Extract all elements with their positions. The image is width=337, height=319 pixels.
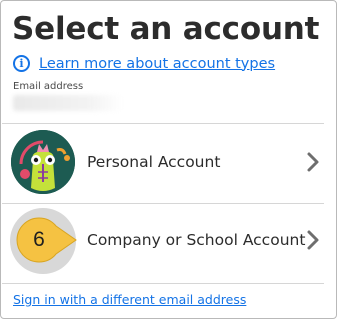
step-6-callout-badge: 6: [16, 216, 78, 264]
company-or-school-account-option[interactable]: 6 Company or School Account: [2, 202, 330, 279]
divider: [2, 283, 324, 284]
chevron-right-icon: [307, 152, 319, 172]
chevron-right-icon: [307, 230, 319, 250]
account-picker-panel: Select an account i Learn more about acc…: [0, 0, 337, 319]
account-types-info-row: i Learn more about account types: [13, 55, 275, 72]
sign-in-different-email-link[interactable]: Sign in with a different email address: [13, 292, 246, 307]
info-circle-icon: i: [13, 55, 30, 72]
learn-more-account-types-link[interactable]: Learn more about account types: [39, 56, 275, 72]
email-address-label: Email address: [13, 81, 84, 92]
personal-account-label: Personal Account: [87, 153, 221, 171]
divider: [2, 123, 324, 124]
page-title: Select an account: [12, 11, 320, 47]
email-address-value-redacted: [13, 95, 123, 111]
personal-avatar-icon: [11, 130, 75, 194]
personal-account-option[interactable]: Personal Account: [2, 125, 330, 202]
step-number: 6: [33, 228, 45, 251]
company-or-school-account-label: Company or School Account: [87, 231, 306, 249]
